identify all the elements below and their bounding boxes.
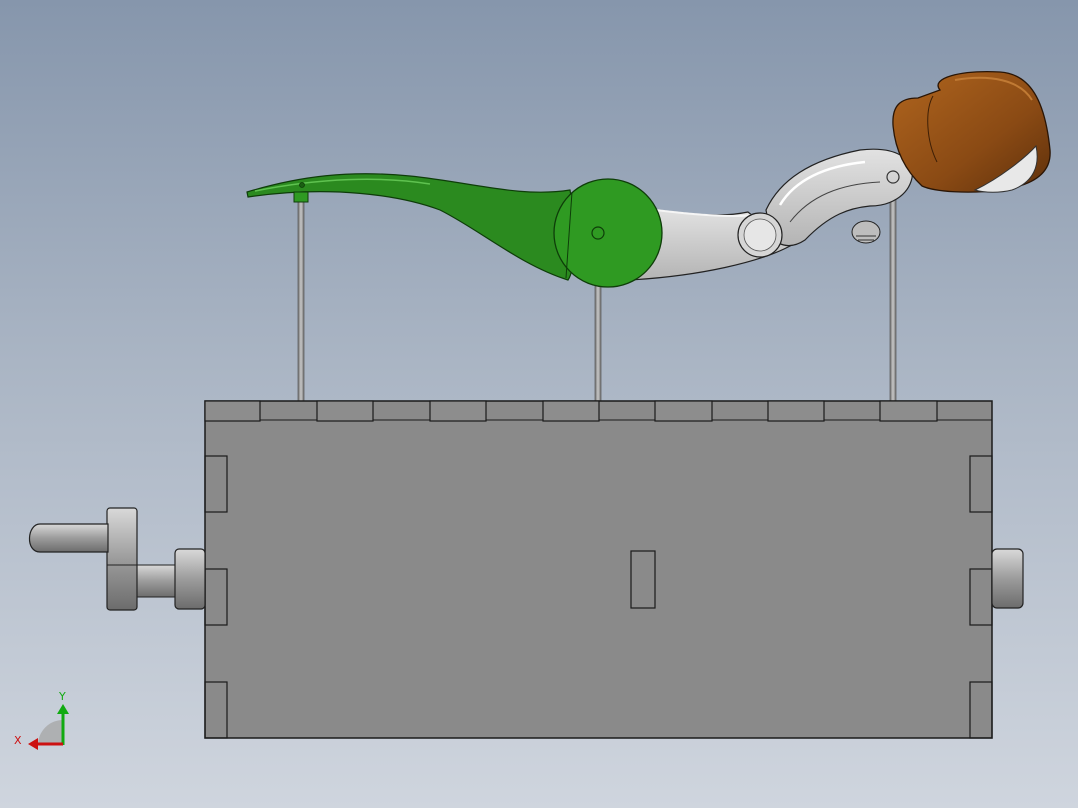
crank-shaft[interactable] <box>134 564 181 598</box>
y-axis-arrow <box>57 704 69 714</box>
push-rod-center[interactable] <box>594 285 602 403</box>
elbow-joint[interactable] <box>737 212 783 258</box>
x-axis-arrow <box>28 738 38 750</box>
cad-scene[interactable]: Y X <box>0 0 1078 808</box>
right-shaft-stub[interactable] <box>991 548 1024 609</box>
cam-box[interactable] <box>204 400 993 739</box>
lever-pin-hole <box>299 182 305 188</box>
shaft-collar[interactable] <box>174 548 206 610</box>
x-axis-label: X <box>14 734 22 747</box>
boxing-glove[interactable] <box>892 71 1051 193</box>
small-gear <box>851 220 881 244</box>
hinge-disc[interactable] <box>553 178 663 288</box>
crank-arm[interactable] <box>106 507 138 611</box>
lever-rod-block <box>293 191 309 203</box>
green-lever-arm[interactable] <box>246 173 576 281</box>
push-rod-right[interactable] <box>889 195 897 403</box>
crank-assembly[interactable] <box>28 507 206 611</box>
axis-triad: Y X <box>14 690 69 750</box>
crank-handle[interactable] <box>28 523 109 553</box>
y-axis-label: Y <box>58 690 66 703</box>
push-rod-left[interactable] <box>297 197 305 403</box>
cad-viewport[interactable]: Y X <box>0 0 1078 808</box>
